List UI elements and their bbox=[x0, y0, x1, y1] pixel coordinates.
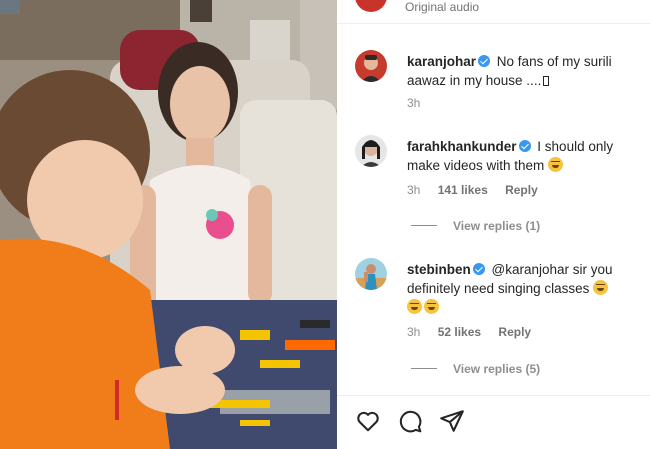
replies-divider bbox=[411, 368, 437, 369]
comment-meta: 3h 141 likes Reply bbox=[407, 183, 552, 197]
reply-button[interactable]: Reply bbox=[498, 325, 531, 339]
comment-username[interactable]: farahkhankunder bbox=[407, 139, 517, 154]
comment-meta: 3h 52 likes Reply bbox=[407, 325, 545, 339]
comment-time[interactable]: 3h bbox=[407, 325, 420, 339]
avatar[interactable] bbox=[355, 258, 387, 290]
verified-badge-icon bbox=[518, 140, 531, 152]
view-replies-label: View replies (1) bbox=[453, 219, 541, 233]
view-replies-button[interactable]: View replies (1) bbox=[411, 219, 540, 233]
comment-meta: 3h bbox=[407, 96, 434, 110]
share-icon bbox=[440, 410, 464, 432]
replies-divider bbox=[411, 225, 437, 226]
reply-button[interactable]: Reply bbox=[505, 183, 538, 197]
comment-likes[interactable]: 52 likes bbox=[438, 325, 481, 339]
author-avatar[interactable] bbox=[355, 0, 387, 12]
comment-time[interactable]: 3h bbox=[407, 96, 420, 110]
comment-time[interactable]: 3h bbox=[407, 183, 420, 197]
comment-text-block: karanjohar No fans of my surili aawaz in… bbox=[407, 52, 637, 90]
avatar-image bbox=[355, 258, 387, 290]
missing-glyph-icon bbox=[543, 76, 550, 86]
view-replies-button[interactable]: View replies (5) bbox=[411, 362, 540, 376]
header-divider bbox=[337, 23, 650, 24]
share-button[interactable] bbox=[439, 408, 467, 434]
comment-text-block: stebinben @karanjohar sir you definitely… bbox=[407, 260, 637, 317]
heart-icon bbox=[357, 411, 379, 432]
post-action-bar bbox=[337, 395, 650, 449]
comment-text-block: farahkhankunder I should only make video… bbox=[407, 137, 637, 175]
comment-button[interactable] bbox=[397, 408, 425, 434]
view-replies-label: View replies (5) bbox=[453, 362, 541, 376]
avatar-image bbox=[355, 135, 387, 167]
comment-username[interactable]: stebinben bbox=[407, 262, 471, 277]
comment-username[interactable]: karanjohar bbox=[407, 54, 476, 69]
like-button[interactable] bbox=[355, 408, 383, 434]
avatar-image bbox=[355, 50, 387, 82]
laughing-emoji-icon bbox=[407, 299, 422, 314]
avatar[interactable] bbox=[355, 135, 387, 167]
laughing-emoji-icon bbox=[424, 299, 439, 314]
verified-badge-icon bbox=[478, 55, 491, 67]
laughing-emoji-icon bbox=[593, 280, 609, 295]
comment-likes[interactable]: 141 likes bbox=[438, 183, 488, 197]
post-media[interactable] bbox=[0, 0, 337, 449]
audio-label[interactable]: Original audio bbox=[405, 0, 479, 14]
avatar[interactable] bbox=[355, 50, 387, 82]
comments-panel: Original audio karanjohar No fans of my … bbox=[337, 0, 650, 449]
post-header: Original audio bbox=[337, 0, 650, 24]
post-video-frame bbox=[0, 0, 337, 449]
verified-badge-icon bbox=[472, 263, 485, 275]
comment-icon bbox=[399, 410, 422, 433]
laughing-emoji-icon bbox=[548, 157, 564, 172]
